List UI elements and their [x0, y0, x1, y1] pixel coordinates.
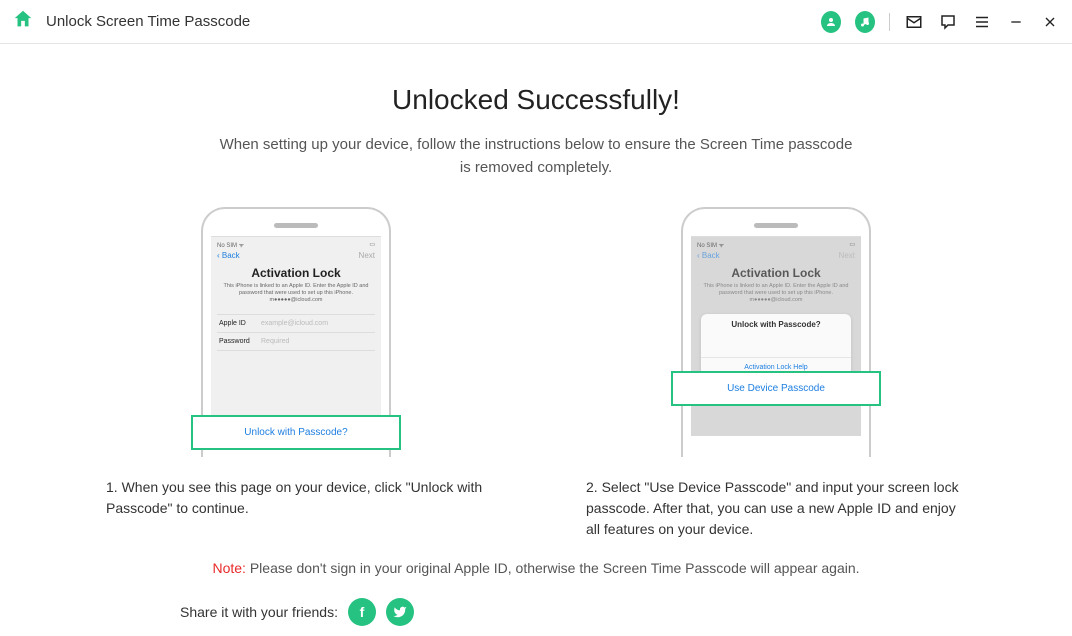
mail-icon[interactable] [904, 12, 924, 32]
apple-id-placeholder: example@icloud.com [261, 320, 328, 327]
minimize-icon[interactable] [1006, 12, 1026, 32]
home-icon[interactable] [12, 8, 34, 35]
success-subtitle: When setting up your device, follow the … [216, 134, 856, 179]
activation-lock-text: This iPhone is linked to an Apple ID. En… [697, 283, 855, 304]
music-icon[interactable] [855, 12, 875, 32]
step-2-text: 2. Select "Use Device Passcode" and inpu… [586, 477, 966, 540]
phone-mockup-2: No SIM ᯤ ▭ ‹ Back Next Activation Lock Thi… [681, 207, 871, 457]
battery-icon: ▭ [369, 241, 375, 249]
step-1-text: 1. When you see this page on your device… [106, 477, 486, 519]
page-title: Unlock Screen Time Passcode [46, 13, 250, 30]
status-left: No SIM ᯤ [217, 241, 244, 249]
back-link: ‹ Back [217, 251, 240, 260]
activation-lock-text: This iPhone is linked to an Apple ID. En… [217, 283, 375, 304]
next-link: Next [839, 251, 855, 260]
account-icon[interactable] [821, 12, 841, 32]
share-facebook-button[interactable]: f [348, 598, 376, 626]
menu-icon[interactable] [972, 12, 992, 32]
phone-mockup-1: No SIM ᯤ ▭ ‹ Back Next Activation Lock Thi… [201, 207, 391, 457]
note-label: Note: [212, 560, 245, 576]
password-label: Password [219, 338, 261, 345]
close-icon[interactable] [1040, 12, 1060, 32]
share-twitter-button[interactable] [386, 598, 414, 626]
activation-lock-title: Activation Lock [217, 266, 375, 280]
share-label: Share it with your friends: [180, 604, 338, 620]
status-left: No SIM ᯤ [697, 241, 724, 249]
divider [889, 13, 890, 31]
phone-speaker [754, 223, 798, 228]
battery-icon: ▭ [849, 241, 855, 249]
unlock-passcode-highlight: Unlock with Passcode? [191, 415, 401, 450]
header-actions [821, 12, 1060, 32]
next-link: Next [359, 251, 375, 260]
note-text: Please don't sign in your original Apple… [250, 560, 860, 576]
chat-icon[interactable] [938, 12, 958, 32]
password-placeholder: Required [261, 338, 289, 345]
note-row: Note: Please don't sign in your original… [60, 560, 1012, 576]
use-device-passcode-highlight: Use Device Passcode [671, 371, 881, 406]
app-header: Unlock Screen Time Passcode [0, 0, 1072, 44]
back-link: ‹ Back [697, 251, 720, 260]
phone-speaker [274, 223, 318, 228]
share-row: Share it with your friends: f [60, 598, 1012, 626]
apple-id-label: Apple ID [219, 320, 261, 327]
popup-title: Unlock with Passcode? [701, 320, 851, 335]
success-heading: Unlocked Successfully! [60, 84, 1012, 116]
main-content: Unlocked Successfully! When setting up y… [0, 44, 1072, 626]
activation-lock-title: Activation Lock [697, 266, 855, 280]
